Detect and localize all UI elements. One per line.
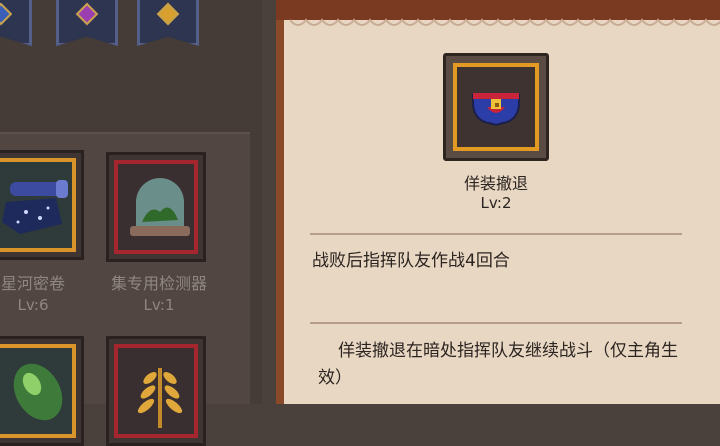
- blue-gem-icon: [0, 2, 13, 26]
- item-level: Lv:2: [480, 194, 512, 212]
- selected-item-box: [443, 53, 549, 161]
- terrarium-icon: [130, 178, 190, 236]
- wheat-icon: [137, 368, 183, 428]
- underpants-icon: [472, 93, 520, 127]
- panel-roof: [276, 0, 720, 20]
- inventory-pane: 星河密卷 Lv:6 集专用检测器 Lv:1: [0, 0, 262, 446]
- inventory-slot-2[interactable]: [106, 152, 206, 262]
- tier-banner-3[interactable]: [137, 0, 199, 46]
- slot-frame: [0, 344, 76, 438]
- beetle-icon: [13, 363, 63, 421]
- tier-banner-2[interactable]: [56, 0, 118, 46]
- scroll-icon: [2, 180, 68, 234]
- item-effect: 战败后指挥队友作战4回合: [312, 251, 510, 271]
- scallop-trim: [290, 18, 720, 26]
- slot-1-name: 星河密卷: [0, 274, 65, 293]
- slot-frame: [114, 160, 198, 254]
- item-name: 佯装撤退: [463, 174, 528, 193]
- gold-gem-icon: [156, 2, 180, 26]
- slot-2-level: Lv:1: [143, 296, 175, 314]
- divider-top: [310, 233, 682, 235]
- inventory-slot-1[interactable]: [0, 150, 84, 260]
- item-frame: [453, 63, 539, 151]
- slot-frame: [114, 344, 198, 438]
- tier-banner-1[interactable]: [0, 0, 32, 46]
- purple-gem-icon: [75, 2, 99, 26]
- inventory-slot-3[interactable]: [0, 336, 84, 446]
- divider-bottom: [310, 322, 682, 324]
- inventory-slot-4[interactable]: [106, 336, 206, 446]
- slot-frame: [0, 158, 76, 252]
- slot-1-level: Lv:6: [17, 296, 49, 314]
- slot-2-name: 集专用检测器: [110, 274, 207, 293]
- item-description: 佯装撤退在暗处指挥队友继续战斗（仅主角生效）: [318, 341, 678, 388]
